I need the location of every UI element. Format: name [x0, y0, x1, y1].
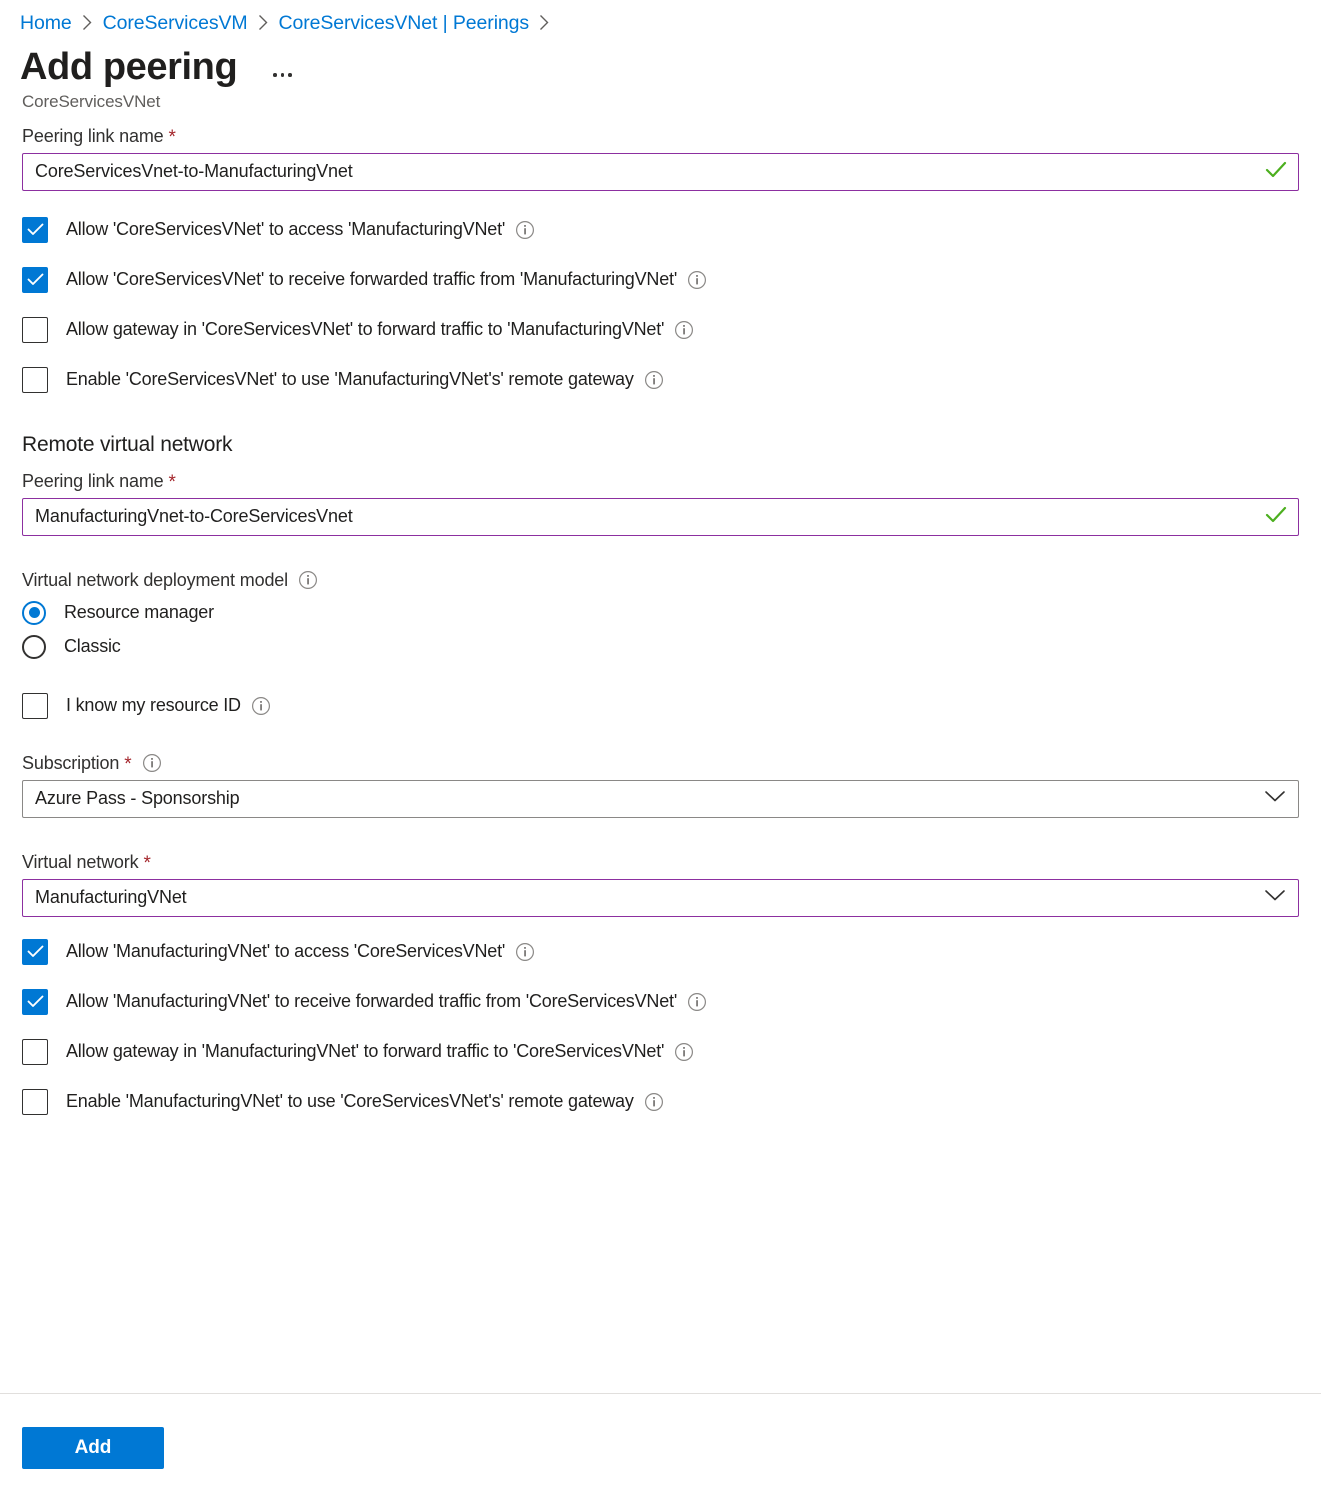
chevron-right-icon	[258, 14, 269, 31]
add-button[interactable]: Add	[22, 1427, 164, 1469]
checkbox-row-allow-access-local[interactable]: Allow 'CoreServicesVNet' to access 'Manu…	[22, 216, 1299, 243]
label-text: Virtual network	[22, 851, 139, 872]
label-text: Virtual network deployment model	[22, 569, 289, 590]
add-peering-form: Peering link name * CoreServicesVnet-to-…	[0, 112, 1321, 1115]
checkbox-label: Allow 'ManufacturingVNet' to receive for…	[66, 991, 678, 1012]
radio-label: Classic	[64, 636, 121, 657]
dropdown-value: ManufacturingVNet	[35, 887, 187, 908]
local-peering-link-name-label: Peering link name *	[22, 126, 1299, 147]
radio-resource-manager[interactable]: Resource manager	[22, 600, 1299, 625]
info-icon[interactable]	[251, 696, 271, 716]
required-marker: *	[143, 852, 151, 874]
breadcrumb: Home CoreServicesVM CoreServicesVNet | P…	[0, 0, 1321, 38]
checkbox-label: Enable 'CoreServicesVNet' to use 'Manufa…	[66, 369, 634, 390]
checkbox-row-allow-gateway-forward-local[interactable]: Allow gateway in 'CoreServicesVNet' to f…	[22, 316, 1299, 343]
info-icon[interactable]	[644, 1092, 664, 1112]
footer-actions: Add	[22, 1427, 164, 1469]
info-icon[interactable]	[687, 270, 707, 290]
remote-peering-link-name-label: Peering link name *	[22, 471, 1299, 492]
input-value: ManufacturingVnet-to-CoreServicesVnet	[35, 506, 353, 527]
info-icon[interactable]	[687, 992, 707, 1012]
page-subtitle: CoreServicesVNet	[22, 91, 161, 111]
checkbox-row-allow-forwarded-local[interactable]: Allow 'CoreServicesVNet' to receive forw…	[22, 266, 1299, 293]
green-check-icon	[1265, 160, 1287, 183]
breadcrumb-item-coreservicesvm[interactable]: CoreServicesVM	[103, 12, 248, 35]
checkbox-row-allow-gateway-forward-remote[interactable]: Allow gateway in 'ManufacturingVNet' to …	[22, 1038, 1299, 1065]
checkbox-label: Allow 'ManufacturingVNet' to access 'Cor…	[66, 941, 506, 962]
checkbox-label: Allow 'CoreServicesVNet' to access 'Manu…	[66, 219, 506, 240]
checkbox-label: Allow gateway in 'CoreServicesVNet' to f…	[66, 319, 665, 340]
info-icon[interactable]	[515, 220, 535, 240]
virtual-network-label: Virtual network *	[22, 852, 1299, 873]
checkbox-label: I know my resource ID	[66, 695, 241, 716]
info-icon[interactable]	[644, 370, 664, 390]
checkbox-allow-forwarded-traffic-local[interactable]	[22, 266, 48, 293]
breadcrumb-item-coreservicesvnet-peerings[interactable]: CoreServicesVNet | Peerings	[279, 12, 530, 35]
radio-label: Resource manager	[64, 602, 214, 623]
checkbox-know-resource-id[interactable]	[22, 692, 48, 719]
checkbox-allow-gateway-forward-local[interactable]	[22, 316, 48, 343]
ellipsis-icon[interactable]	[267, 69, 298, 81]
remote-virtual-network-heading: Remote virtual network	[22, 432, 233, 456]
checkbox-label: Allow 'CoreServicesVNet' to receive forw…	[66, 269, 678, 290]
virtual-network-dropdown[interactable]: ManufacturingVNet	[22, 878, 1299, 917]
chevron-right-icon	[82, 14, 93, 31]
info-icon[interactable]	[515, 942, 535, 962]
subscription-label: Subscription *	[22, 753, 1299, 774]
checkbox-allow-access-local[interactable]	[22, 216, 48, 243]
label-text: Peering link name	[22, 125, 164, 146]
info-icon[interactable]	[298, 570, 318, 590]
checkbox-enable-remote-gateway-local[interactable]	[22, 366, 48, 393]
subscription-dropdown[interactable]: Azure Pass - Sponsorship	[22, 779, 1299, 818]
info-icon[interactable]	[674, 320, 694, 340]
info-icon[interactable]	[674, 1042, 694, 1062]
checkbox-row-allow-access-remote[interactable]: Allow 'ManufacturingVNet' to access 'Cor…	[22, 938, 1299, 965]
chevron-right-icon	[539, 14, 550, 31]
required-marker: *	[168, 126, 176, 148]
page-title: Add peering	[20, 46, 238, 88]
green-check-icon	[1265, 505, 1287, 528]
radio-button-selected-icon[interactable]	[22, 600, 46, 625]
checkbox-row-enable-remote-gateway-remote[interactable]: Enable 'ManufacturingVNet' to use 'CoreS…	[22, 1088, 1299, 1115]
chevron-down-icon	[1264, 789, 1286, 808]
checkbox-allow-gateway-forward-remote[interactable]	[22, 1038, 48, 1065]
info-icon[interactable]	[142, 753, 162, 773]
label-text: Peering link name	[22, 470, 164, 491]
checkbox-allow-forwarded-traffic-remote[interactable]	[22, 988, 48, 1015]
radio-classic[interactable]: Classic	[22, 634, 1299, 659]
required-marker: *	[124, 753, 132, 775]
checkbox-label: Enable 'ManufacturingVNet' to use 'CoreS…	[66, 1091, 634, 1112]
deployment-model-label: Virtual network deployment model	[22, 570, 1299, 591]
input-value: CoreServicesVnet-to-ManufacturingVnet	[35, 161, 353, 182]
label-text: Subscription	[22, 752, 120, 773]
breadcrumb-item-home[interactable]: Home	[20, 12, 72, 35]
radio-button-unselected-icon[interactable]	[22, 634, 46, 659]
dropdown-value: Azure Pass - Sponsorship	[35, 788, 240, 809]
local-peering-link-name-input[interactable]: CoreServicesVnet-to-ManufacturingVnet	[22, 152, 1299, 191]
checkbox-enable-remote-gateway-remote[interactable]	[22, 1088, 48, 1115]
footer-divider	[0, 1393, 1321, 1394]
chevron-down-icon	[1264, 888, 1286, 907]
checkbox-row-enable-remote-gateway-local[interactable]: Enable 'CoreServicesVNet' to use 'Manufa…	[22, 366, 1299, 393]
checkbox-label: Allow gateway in 'ManufacturingVNet' to …	[66, 1041, 665, 1062]
checkbox-row-know-resource-id[interactable]: I know my resource ID	[22, 692, 1299, 719]
required-marker: *	[168, 471, 176, 493]
checkbox-allow-access-remote[interactable]	[22, 938, 48, 965]
page-header: Add peering	[0, 38, 1321, 88]
checkbox-row-allow-forwarded-remote[interactable]: Allow 'ManufacturingVNet' to receive for…	[22, 988, 1299, 1015]
remote-peering-link-name-input[interactable]: ManufacturingVnet-to-CoreServicesVnet	[22, 497, 1299, 536]
